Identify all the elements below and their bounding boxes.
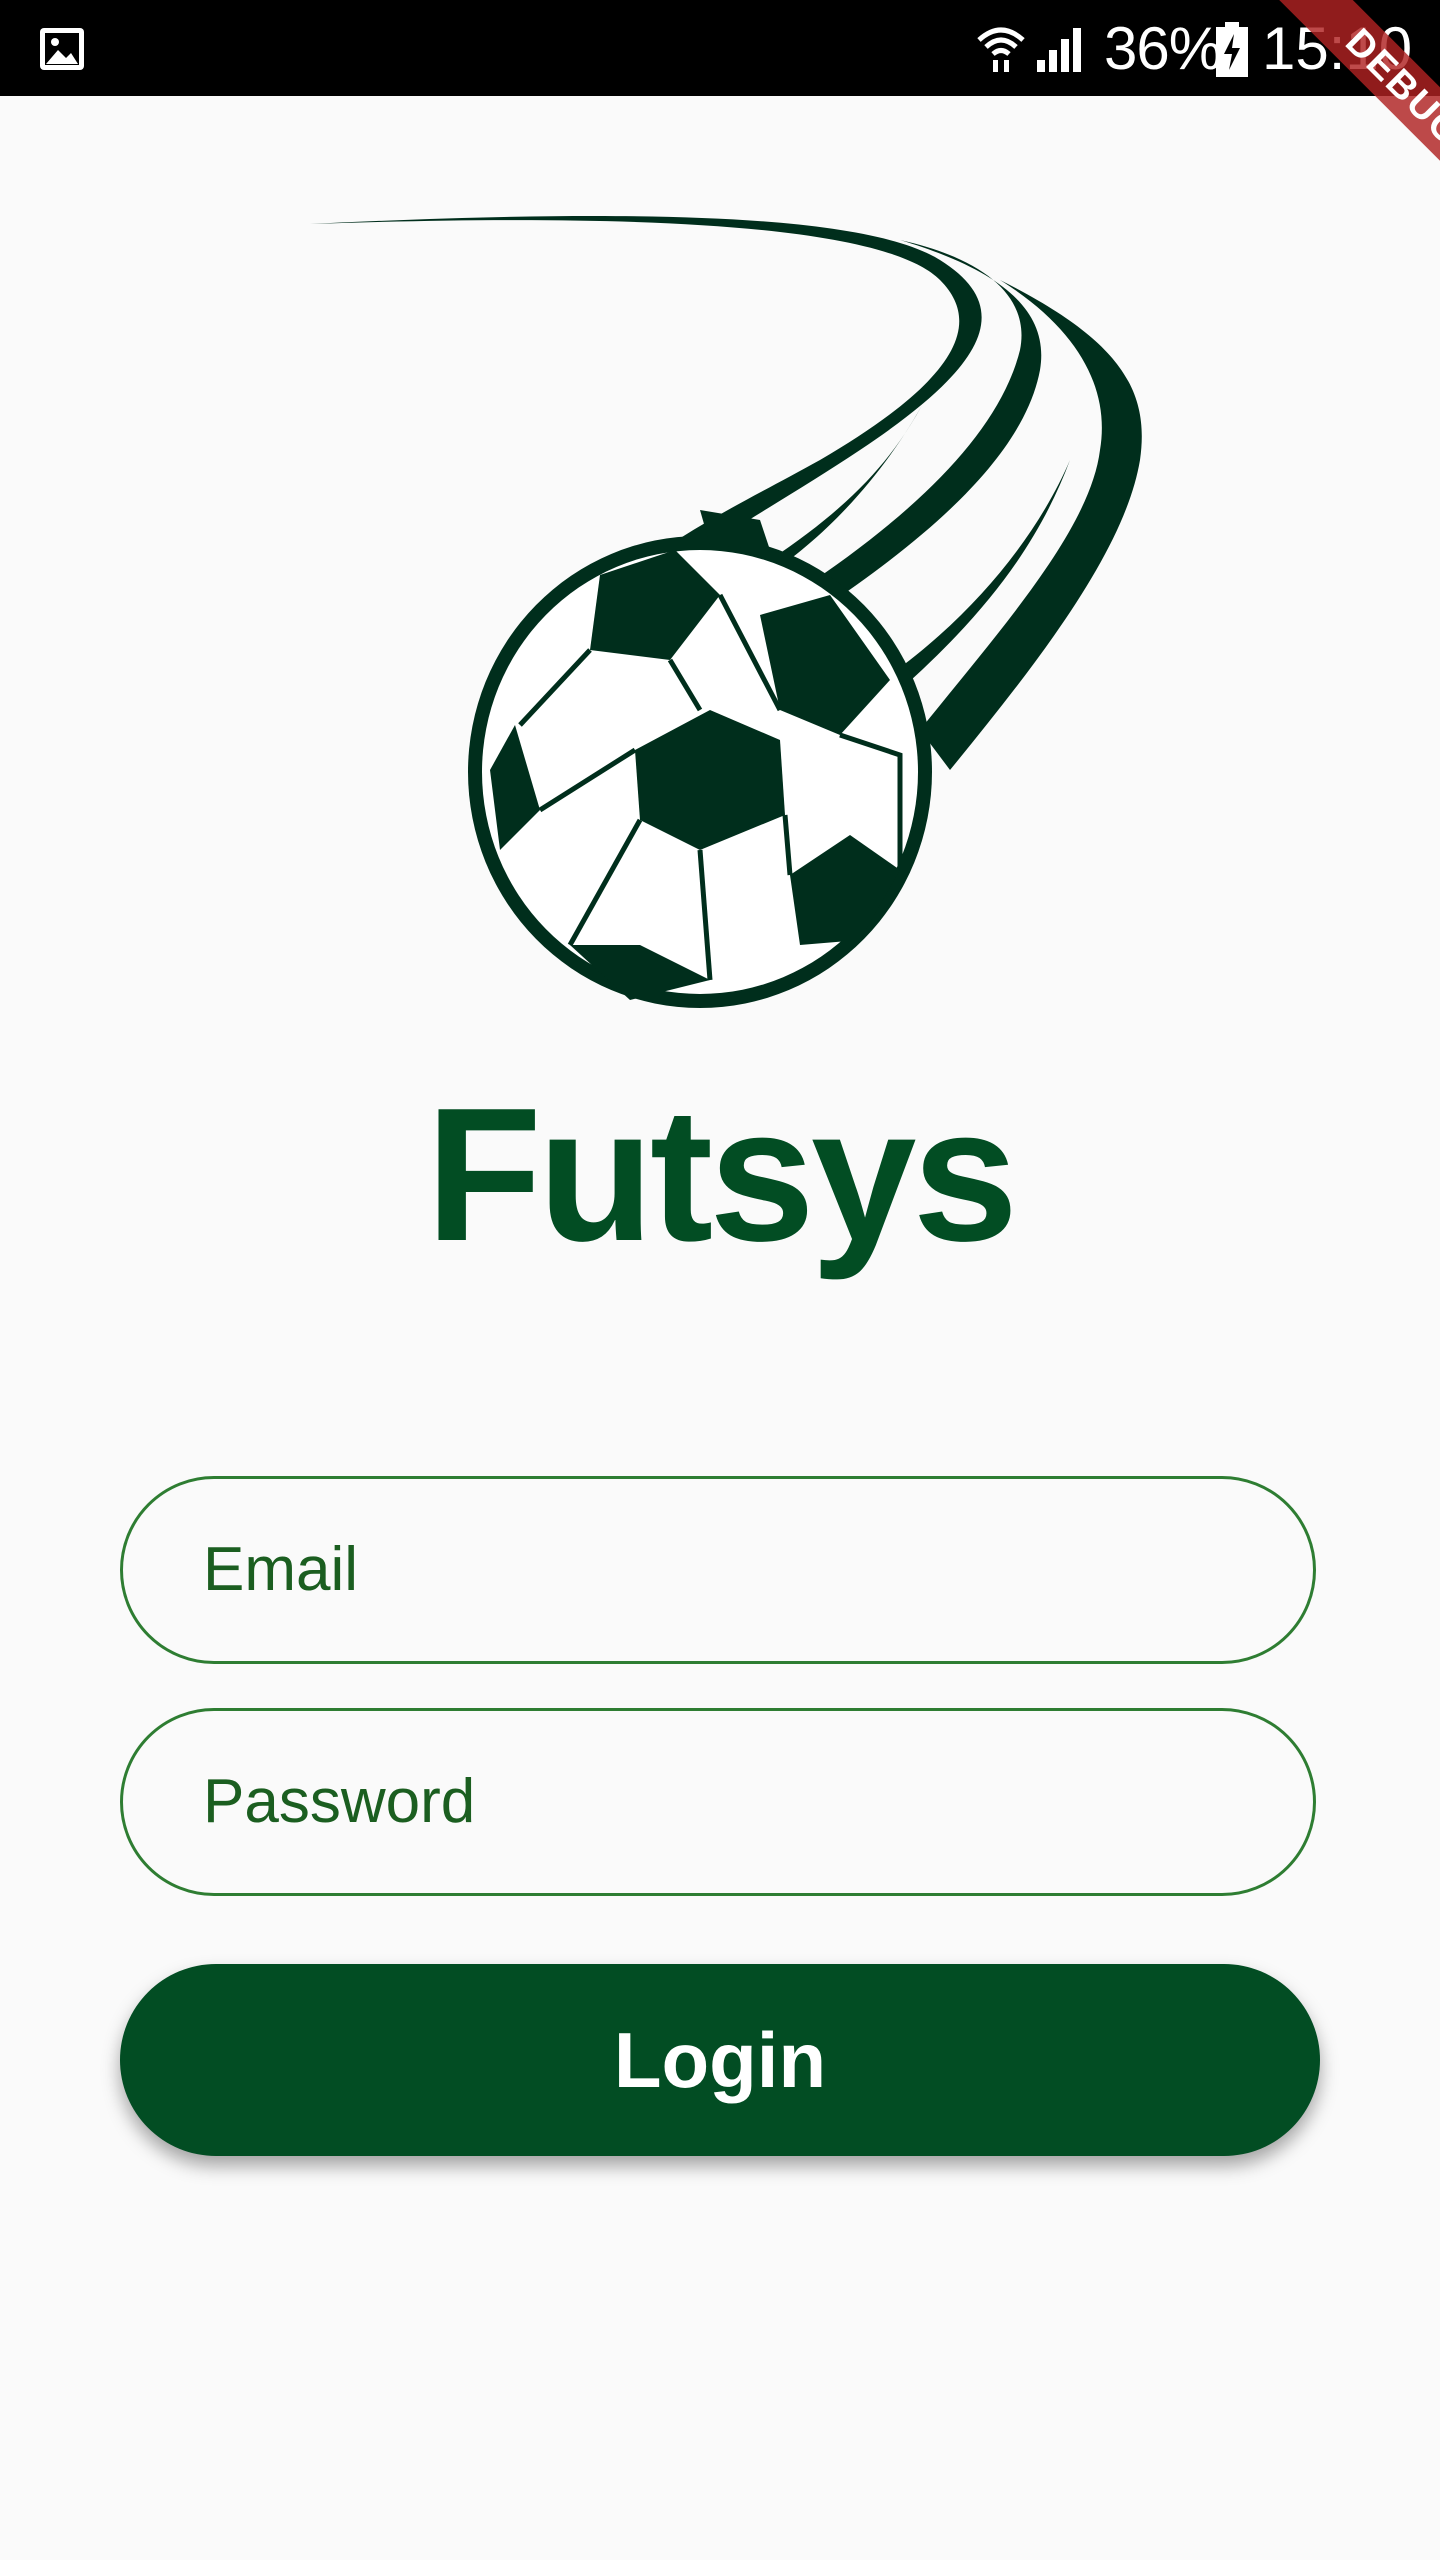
- signal-icon: [1037, 28, 1081, 72]
- status-bar: 36% 15:10: [0, 0, 1440, 96]
- app-title: Futsys: [425, 1069, 1018, 1281]
- email-placeholder: Email: [203, 1535, 359, 1604]
- password-placeholder: Password: [203, 1767, 476, 1836]
- email-field[interactable]: Email: [120, 1476, 1316, 1664]
- battery-charging-icon: [1216, 22, 1248, 77]
- wifi-icon: [977, 27, 1025, 72]
- gallery-icon: [40, 28, 84, 70]
- battery-percent: 36%: [1104, 15, 1222, 82]
- login-button[interactable]: Login: [120, 1964, 1320, 2156]
- clock: 15:10: [1262, 15, 1413, 82]
- password-field[interactable]: Password: [120, 1708, 1316, 1896]
- soccer-ball-logo-icon: [310, 215, 1142, 1008]
